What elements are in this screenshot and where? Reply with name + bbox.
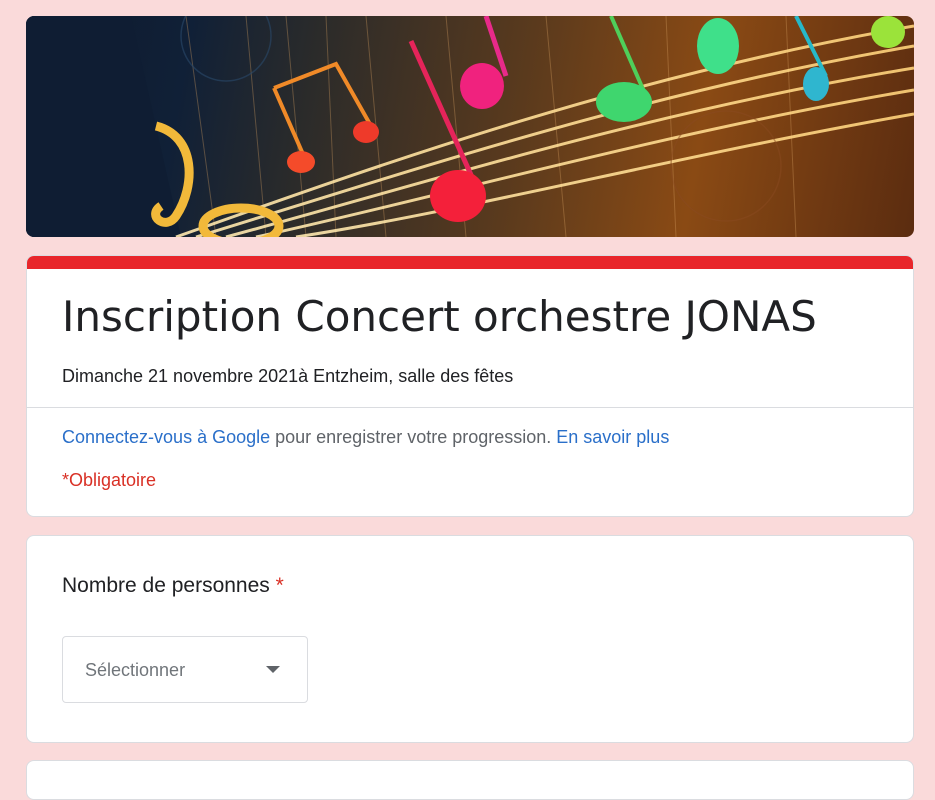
question-title: Nombre de personnes	[62, 574, 270, 597]
signin-link[interactable]: Connectez-vous à Google	[62, 427, 270, 447]
form-title: Inscription Concert orchestre JONAS	[62, 292, 817, 341]
signin-text: pour enregistrer votre progression.	[270, 427, 557, 447]
signin-notice: Connectez-vous à Google pour enregistrer…	[62, 427, 669, 448]
learn-more-link[interactable]: En savoir plus	[556, 427, 669, 447]
divider	[27, 407, 913, 408]
number-of-people-select[interactable]: Sélectionner	[62, 636, 308, 703]
form-header-card: Inscription Concert orchestre JONAS Dima…	[26, 255, 914, 517]
question-card: Nombre de personnes * Sélectionner	[26, 535, 914, 743]
form-description: Dimanche 21 novembre 2021à Entzheim, sal…	[62, 366, 514, 386]
header-banner-image	[26, 16, 914, 237]
music-notes-illustration	[26, 16, 914, 237]
next-question-card	[26, 760, 914, 800]
arrow-drop-down-icon	[266, 666, 280, 673]
question-label: Nombre de personnes *	[62, 574, 284, 598]
required-note: *Obligatoire	[62, 470, 157, 490]
required-asterisk: *	[275, 574, 284, 597]
select-placeholder: Sélectionner	[85, 660, 186, 680]
form-accent-bar	[27, 256, 913, 269]
